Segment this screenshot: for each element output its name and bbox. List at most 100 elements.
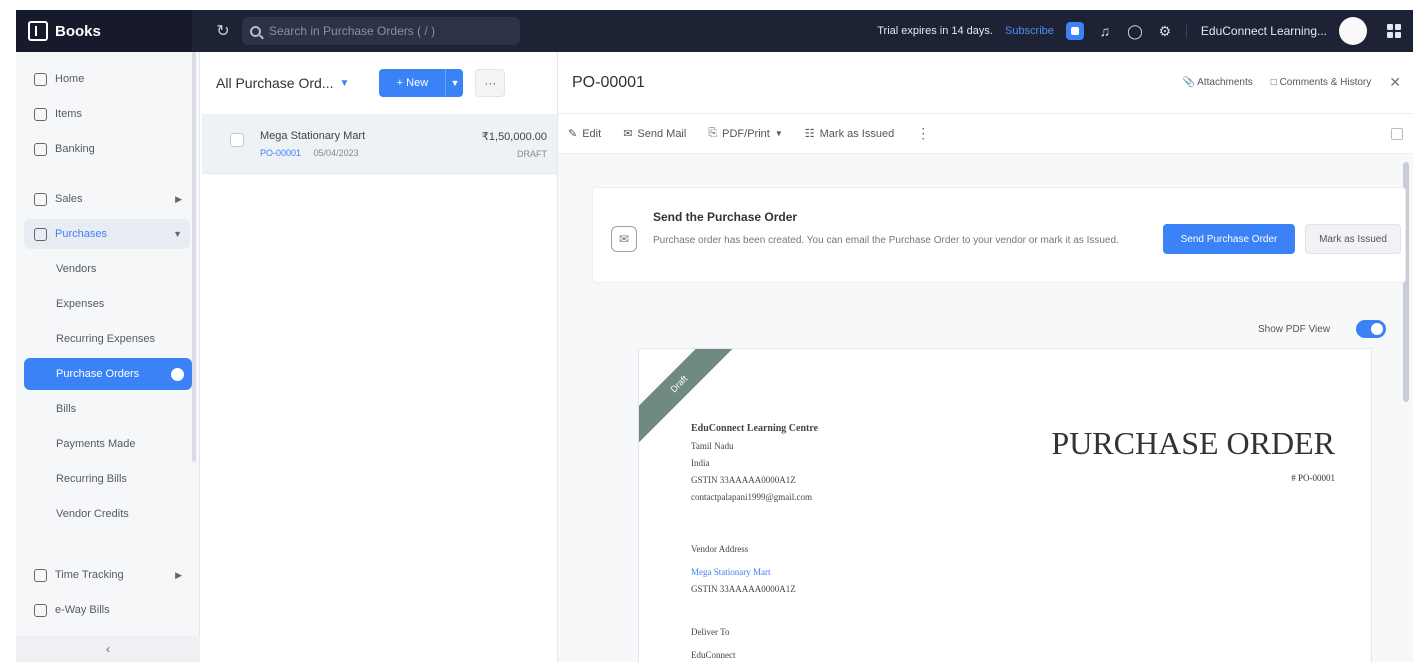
sidebar-collapse-button[interactable]: ‹ — [16, 636, 200, 662]
sidebar-item-eway-bills[interactable]: e-Way Bills — [24, 595, 190, 625]
list-item-info: Mega Stationary Mart PO-00001 05/04/2023 — [260, 130, 482, 158]
sidebar-item-banking[interactable]: Banking — [24, 134, 190, 164]
row-checkbox[interactable] — [230, 133, 244, 147]
attachments-button[interactable]: 📎 Attachments — [1182, 77, 1252, 88]
add-circle-icon[interactable] — [171, 367, 184, 381]
detail-header: PO-00001 📎 Attachments □ Comments & Hist… — [558, 52, 1413, 114]
app-frame: Books ↻ Search in Purchase Orders ( / ) … — [16, 10, 1413, 662]
sidebar-item-recurring-bills[interactable]: Recurring Bills — [24, 464, 190, 494]
chevron-down-icon[interactable]: ▼ — [340, 78, 350, 89]
kebab-menu-icon[interactable]: ⋮ — [916, 125, 930, 142]
list-view-selector[interactable]: All Purchase Ord... — [216, 75, 334, 91]
new-button-label: + New — [396, 77, 429, 89]
attachments-label: Attachments — [1197, 77, 1253, 88]
chevron-down-icon: ▼ — [173, 229, 182, 239]
sidebar-scrollbar[interactable] — [192, 52, 196, 462]
deliver-to-label: Deliver To — [691, 627, 730, 637]
sidebar-item-vendor-credits[interactable]: Vendor Credits — [24, 499, 190, 529]
sidebar-item-payments-made[interactable]: Payments Made — [24, 429, 190, 459]
po-number: PO-00001 — [260, 148, 302, 158]
header-actions: 📎 Attachments □ Comments & History ✕ — [1182, 74, 1413, 91]
sidebar-item-label: Recurring Bills — [56, 473, 127, 485]
avatar[interactable] — [1339, 17, 1367, 45]
expand-icon[interactable] — [1391, 127, 1403, 140]
send-purchase-order-button[interactable]: Send Purchase Order — [1163, 224, 1295, 254]
list-item-amounts: ₹1,50,000.00 DRAFT — [482, 130, 547, 159]
sidebar-item-purchases[interactable]: Purchases ▼ — [24, 219, 190, 249]
timer-icon — [34, 568, 47, 582]
gear-icon[interactable]: ⚙ — [1156, 23, 1174, 40]
mail-icon: ✉ — [623, 128, 633, 140]
po-date: 05/04/2023 — [313, 148, 359, 158]
send-mail-button[interactable]: ✉ Send Mail — [623, 127, 686, 141]
comments-history-button[interactable]: □ Comments & History — [1271, 77, 1372, 88]
list-item[interactable]: Mega Stationary Mart PO-00001 05/04/2023… — [202, 114, 557, 174]
bell-icon[interactable]: ♫ — [1096, 23, 1114, 39]
sidebar-item-label: Recurring Expenses — [56, 333, 156, 345]
mark-issued-button[interactable]: ☷ Mark as Issued — [804, 127, 895, 141]
home-icon — [34, 72, 47, 86]
sidebar-item-purchase-orders[interactable]: Purchase Orders — [24, 358, 192, 390]
notification-badge-icon[interactable] — [1065, 22, 1084, 40]
vendor-gstin: GSTIN 33AAAAA0000A1Z — [691, 584, 796, 595]
chevron-right-icon: ▶ — [175, 193, 182, 204]
vendor-address: Vendor Address Mega Stationary Mart GSTI… — [691, 541, 796, 598]
status-badge: DRAFT — [517, 149, 547, 159]
brand[interactable]: Books — [16, 10, 192, 52]
org-email: contactpalapani1999@gmail.com — [691, 492, 812, 503]
chevron-right-icon: ▶ — [175, 569, 182, 580]
close-icon[interactable]: ✕ — [1389, 74, 1401, 91]
subscribe-link[interactable]: Subscribe — [1005, 25, 1054, 37]
search-placeholder: Search in Purchase Orders ( / ) — [269, 24, 436, 38]
sidebar-item-bills[interactable]: Bills — [24, 394, 190, 424]
sidebar-item-label: e-Way Bills — [55, 604, 110, 616]
search-input[interactable]: Search in Purchase Orders ( / ) — [242, 17, 520, 45]
sidebar-item-vendors[interactable]: Vendors — [24, 254, 190, 284]
more-options-button[interactable]: ··· — [475, 69, 506, 97]
deliver-to: Deliver To EduConnect — [691, 621, 736, 662]
send-order-banner: ✉ Send the Purchase Order Purchase order… — [592, 187, 1406, 283]
app-grid-icon[interactable] — [1387, 24, 1401, 38]
mark-issued-label: Mark as Issued — [819, 127, 895, 140]
org-name: EduConnect Learning Centre — [691, 423, 819, 434]
pdf-print-button[interactable]: ⎘ PDF/Print ▼ — [708, 127, 782, 140]
purchase-order-list: All Purchase Ord... ▼ + New ▼ ··· Mega S… — [202, 52, 558, 662]
purchase-order-document: Draft EduConnect Learning Centre Tamil N… — [638, 348, 1372, 662]
pdf-print-label: PDF/Print — [722, 127, 770, 140]
sidebar-item-expenses[interactable]: Expenses — [24, 289, 190, 319]
sidebar-item-label: Items — [55, 108, 82, 120]
vendor-address-label: Vendor Address — [691, 544, 749, 554]
chevron-down-icon[interactable]: ▼ — [445, 69, 463, 97]
mark-as-issued-button[interactable]: Mark as Issued — [1305, 224, 1401, 254]
cart-icon — [34, 192, 47, 206]
sidebar-item-items[interactable]: Items — [24, 99, 190, 129]
sidebar-item-label: Home — [55, 73, 85, 85]
chevron-left-icon: ‹ — [106, 642, 110, 656]
sidebar-item-sales[interactable]: Sales ▶ — [24, 184, 190, 214]
pdf-view-label: Show PDF View — [1258, 324, 1331, 335]
help-icon[interactable]: ◯ — [1126, 23, 1144, 40]
new-button[interactable]: + New ▼ — [379, 69, 464, 97]
truck-icon — [34, 603, 47, 617]
org-switcher[interactable]: EduConnect Learning... — [1185, 24, 1327, 38]
top-right-actions: Trial expires in 14 days. Subscribe ♫ ◯ … — [877, 17, 1413, 45]
refresh-icon[interactable]: ↻ — [212, 21, 234, 41]
org-gstin: GSTIN 33AAAAA0000A1Z — [691, 475, 796, 486]
trial-notice: Trial expires in 14 days. — [877, 25, 993, 37]
sidebar-item-time-tracking[interactable]: Time Tracking ▶ — [24, 560, 190, 590]
sidebar-item-recurring-expenses[interactable]: Recurring Expenses — [24, 324, 190, 354]
sidebar-item-label: Expenses — [56, 298, 105, 310]
banner-title: Send the Purchase Order — [653, 210, 798, 224]
document-icon: ☷ — [804, 128, 815, 140]
organization-address: EduConnect Learning Centre Tamil Nadu In… — [691, 419, 818, 506]
edit-button[interactable]: ✎ Edit — [568, 127, 601, 141]
vendor-name-link[interactable]: Mega Stationary Mart — [691, 564, 796, 581]
pdf-icon: ⎘ — [708, 127, 718, 139]
sidebar-item-home[interactable]: Home — [24, 64, 190, 94]
items-icon — [34, 107, 47, 121]
sidebar-item-label: Vendor Credits — [56, 508, 129, 520]
document-heading: PURCHASE ORDER — [1051, 425, 1335, 461]
pdf-view-toggle[interactable] — [1356, 320, 1386, 338]
org-state: Tamil Nadu — [691, 441, 734, 451]
sidebar-item-label: Purchase Orders — [56, 368, 140, 380]
